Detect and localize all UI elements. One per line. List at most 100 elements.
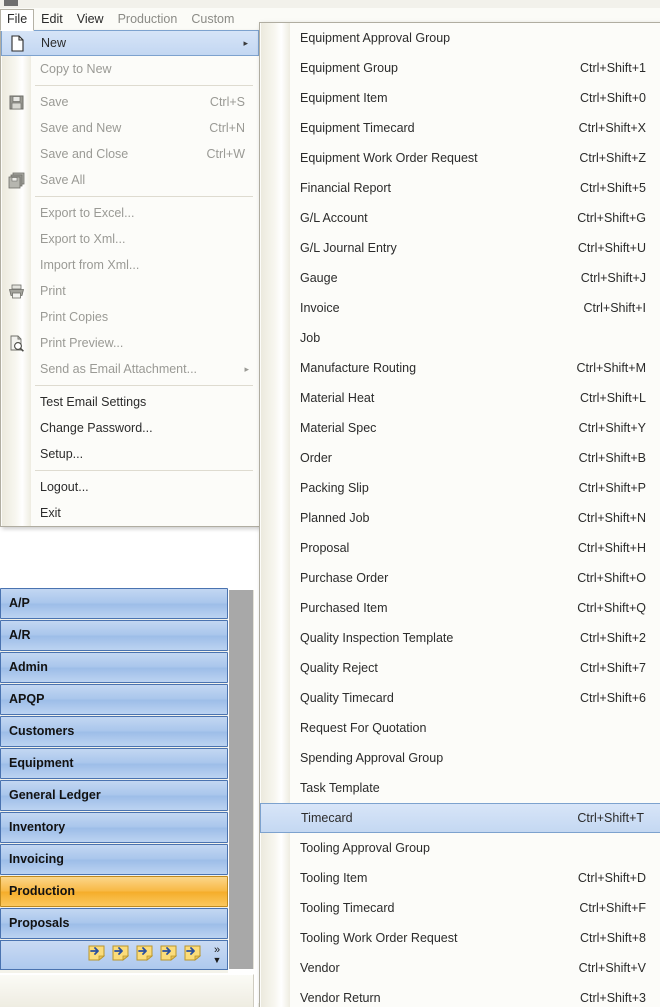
submenu-item-shortcut: Ctrl+Shift+3 [579, 991, 646, 1005]
menu-item-label: Save and New [40, 121, 122, 135]
sidebar-item-proposals[interactable]: Proposals [0, 908, 228, 939]
menubar-item-custom[interactable]: Custom [184, 9, 241, 30]
sidebar-item-label: Inventory [9, 820, 66, 834]
nav-shortcut-toolstrip: » ▼ [0, 940, 228, 970]
sidebar-item-general-ledger[interactable]: General Ledger [0, 780, 228, 811]
new-submenu-item-equipment-group[interactable]: Equipment Group Ctrl+Shift+1 [260, 53, 660, 83]
submenu-icon-placeholder [260, 323, 298, 353]
file-menu-item-print-preview: Print Preview... [1, 330, 259, 356]
nav-shortcut-icon-2[interactable] [111, 944, 135, 966]
nav-overflow-chevron-icon[interactable]: » ▼ [211, 945, 223, 966]
file-menu-item-exit[interactable]: Exit [1, 500, 259, 526]
submenu-item-label: Proposal [300, 541, 350, 555]
menu-icon-placeholder [1, 356, 31, 382]
submenu-item-label: Material Spec [300, 421, 377, 435]
new-submenu-flyout: Equipment Approval Group Equipment Group C… [259, 22, 660, 1007]
new-submenu-item-quality-reject[interactable]: Quality Reject Ctrl+Shift+7 [260, 653, 660, 683]
menu-icon-placeholder [1, 500, 31, 526]
menu-icon-placeholder [1, 252, 31, 278]
menu-item-shortcut: Ctrl+W [206, 147, 245, 161]
submenu-icon-placeholder [260, 233, 298, 263]
submenu-icon-placeholder [261, 804, 299, 832]
new-submenu-item-purchase-order[interactable]: Purchase Order Ctrl+Shift+O [260, 563, 660, 593]
submenu-icon-placeholder [260, 173, 298, 203]
new-submenu-item-planned-job[interactable]: Planned Job Ctrl+Shift+N [260, 503, 660, 533]
submenu-item-label: Tooling Item [300, 871, 368, 885]
new-submenu-item-equipment-approval-group[interactable]: Equipment Approval Group [260, 23, 660, 53]
new-submenu-item-equipment-work-order-request[interactable]: Equipment Work Order Request Ctrl+Shift+Z [260, 143, 660, 173]
new-submenu-item-quality-inspection-template[interactable]: Quality Inspection Template Ctrl+Shift+2 [260, 623, 660, 653]
submenu-icon-placeholder [260, 203, 298, 233]
submenu-item-shortcut: Ctrl+Shift+Y [578, 421, 646, 435]
new-submenu-item-vendor-return[interactable]: Vendor Return Ctrl+Shift+3 [260, 983, 660, 1007]
new-submenu-item-material-spec[interactable]: Material Spec Ctrl+Shift+Y [260, 413, 660, 443]
new-submenu-item-job[interactable]: Job [260, 323, 660, 353]
new-submenu-item-equipment-item[interactable]: Equipment Item Ctrl+Shift+0 [260, 83, 660, 113]
new-submenu-item-spending-approval-group[interactable]: Spending Approval Group [260, 743, 660, 773]
submenu-item-label: Equipment Work Order Request [300, 151, 478, 165]
nav-shortcut-icon-1[interactable] [87, 944, 111, 966]
file-menu-item-send-as-email-attachment: Send as Email Attachment... ▸ [1, 356, 259, 382]
menu-icon-placeholder [1, 474, 31, 500]
file-menu-item-new[interactable]: New ▸ [1, 30, 259, 56]
sidebar-item-production[interactable]: Production [0, 876, 228, 907]
menubar-item-edit[interactable]: Edit [34, 9, 70, 30]
new-submenu-item-purchased-item[interactable]: Purchased Item Ctrl+Shift+Q [260, 593, 660, 623]
new-submenu-item-g-l-account[interactable]: G/L Account Ctrl+Shift+G [260, 203, 660, 233]
new-submenu-item-task-template[interactable]: Task Template [260, 773, 660, 803]
menu-item-label: Save and Close [40, 147, 129, 161]
submenu-item-shortcut: Ctrl+Shift+6 [579, 691, 646, 705]
sidebar-item-label: Production [9, 884, 75, 898]
submenu-icon-placeholder [260, 53, 298, 83]
submenu-icon-placeholder [260, 923, 298, 953]
file-menu-item-logout[interactable]: Logout... [1, 474, 259, 500]
new-submenu-item-request-for-quotation[interactable]: Request For Quotation [260, 713, 660, 743]
submenu-icon-placeholder [260, 263, 298, 293]
new-submenu-item-tooling-approval-group[interactable]: Tooling Approval Group [260, 833, 660, 863]
window-control-icon[interactable] [4, 0, 18, 6]
submenu-icon-placeholder [260, 533, 298, 563]
new-submenu-item-invoice[interactable]: Invoice Ctrl+Shift+I [260, 293, 660, 323]
nav-shortcut-icon-5[interactable] [183, 944, 207, 966]
file-menu-item-change-password[interactable]: Change Password... [1, 415, 259, 441]
new-submenu-item-g-l-journal-entry[interactable]: G/L Journal Entry Ctrl+Shift+U [260, 233, 660, 263]
new-submenu-item-equipment-timecard[interactable]: Equipment Timecard Ctrl+Shift+X [260, 113, 660, 143]
nav-shortcut-icon-3[interactable] [135, 944, 159, 966]
submenu-item-shortcut: Ctrl+Shift+N [577, 511, 646, 525]
file-menu-item-test-email-settings[interactable]: Test Email Settings [1, 389, 259, 415]
sidebar-item-inventory[interactable]: Inventory [0, 812, 228, 843]
new-submenu-item-manufacture-routing[interactable]: Manufacture Routing Ctrl+Shift+M [260, 353, 660, 383]
menubar-item-view[interactable]: View [70, 9, 111, 30]
submenu-item-label: Request For Quotation [300, 721, 427, 735]
submenu-item-label: Tooling Timecard [300, 901, 395, 915]
new-submenu-item-packing-slip[interactable]: Packing Slip Ctrl+Shift+P [260, 473, 660, 503]
menu-icon-placeholder [1, 441, 31, 467]
sidebar-item-equipment[interactable]: Equipment [0, 748, 228, 779]
submenu-item-label: Gauge [300, 271, 338, 285]
sidebar-item-invoicing[interactable]: Invoicing [0, 844, 228, 875]
menubar-item-production[interactable]: Production [111, 9, 185, 30]
nav-pane-scrollbar[interactable] [228, 590, 254, 969]
new-submenu-item-tooling-item[interactable]: Tooling Item Ctrl+Shift+D [260, 863, 660, 893]
file-menu-item-setup[interactable]: Setup... [1, 441, 259, 467]
submenu-item-label: Equipment Approval Group [300, 31, 451, 45]
sidebar-item-a-p[interactable]: A/P [0, 588, 228, 619]
nav-shortcut-icon-4[interactable] [159, 944, 183, 966]
sidebar-item-admin[interactable]: Admin [0, 652, 228, 683]
new-submenu-item-financial-report[interactable]: Financial Report Ctrl+Shift+5 [260, 173, 660, 203]
new-submenu-item-tooling-timecard[interactable]: Tooling Timecard Ctrl+Shift+F [260, 893, 660, 923]
new-submenu-item-material-heat[interactable]: Material Heat Ctrl+Shift+L [260, 383, 660, 413]
new-submenu-item-tooling-work-order-request[interactable]: Tooling Work Order Request Ctrl+Shift+8 [260, 923, 660, 953]
new-submenu-item-proposal[interactable]: Proposal Ctrl+Shift+H [260, 533, 660, 563]
sidebar-item-apqp[interactable]: APQP [0, 684, 228, 715]
menubar-item-file[interactable]: File [0, 9, 35, 31]
sidebar-item-customers[interactable]: Customers [0, 716, 228, 747]
new-submenu-item-timecard[interactable]: Timecard Ctrl+Shift+T [260, 803, 660, 833]
new-submenu-item-quality-timecard[interactable]: Quality Timecard Ctrl+Shift+6 [260, 683, 660, 713]
sidebar-item-a-r[interactable]: A/R [0, 620, 228, 651]
submenu-icon-placeholder [260, 743, 298, 773]
new-submenu-item-gauge[interactable]: Gauge Ctrl+Shift+J [260, 263, 660, 293]
new-submenu-item-vendor[interactable]: Vendor Ctrl+Shift+V [260, 953, 660, 983]
sidebar-item-label: A/P [9, 596, 30, 610]
new-submenu-item-order[interactable]: Order Ctrl+Shift+B [260, 443, 660, 473]
